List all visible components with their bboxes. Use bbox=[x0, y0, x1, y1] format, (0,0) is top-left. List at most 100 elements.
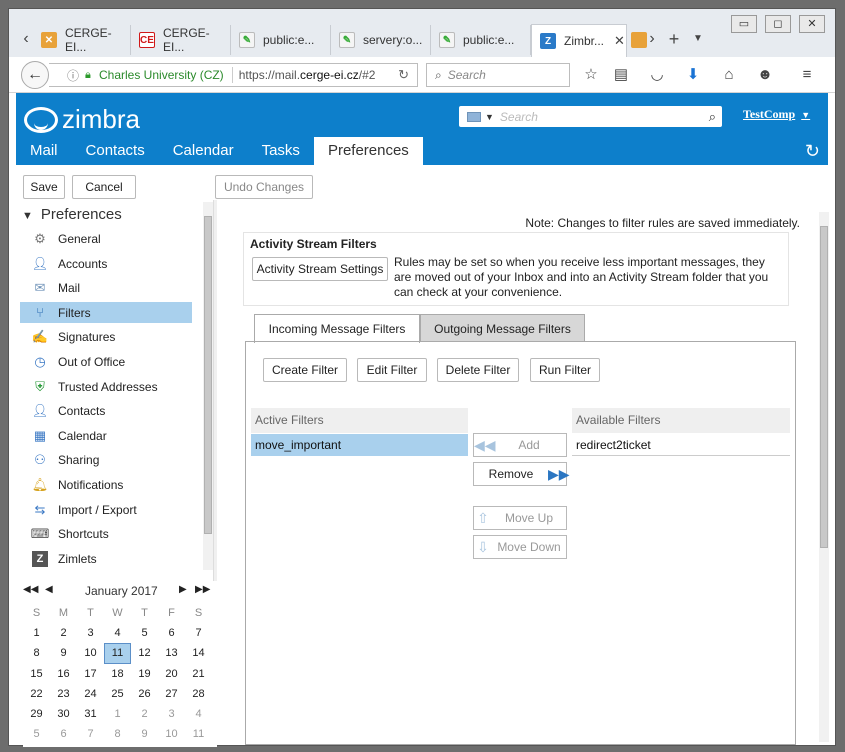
tab-outgoing-filters[interactable]: Outgoing Message Filters bbox=[420, 314, 585, 342]
sidebar-title[interactable]: ▼ Preferences bbox=[22, 206, 122, 223]
browser-tab-2[interactable]: CE CERGE-EI... bbox=[131, 25, 231, 55]
calendar-day[interactable]: 4 bbox=[185, 704, 212, 724]
calendar-day[interactable]: 6 bbox=[158, 623, 185, 643]
calendar-day[interactable]: 31 bbox=[77, 704, 104, 724]
zimbra-logo[interactable]: zimbra bbox=[24, 104, 140, 135]
tab-calendar[interactable]: Calendar bbox=[159, 137, 248, 165]
zimbra-search-input[interactable]: ▼ Search ⌕ bbox=[459, 106, 722, 127]
url-text[interactable]: https://mail.cerge-ei.cz/#2 bbox=[239, 68, 376, 82]
calendar-day[interactable]: 9 bbox=[50, 643, 77, 663]
calendar-day[interactable]: 10 bbox=[158, 724, 185, 744]
remove-filter-button[interactable]: Remove ▶▶ bbox=[473, 462, 570, 486]
tab-list-icon[interactable]: ▼ bbox=[691, 27, 705, 51]
sidebar-item-notifications[interactable]: 🔔︎ Notifications bbox=[20, 474, 192, 495]
sidebar-item-general[interactable]: ⚙ General bbox=[20, 228, 192, 249]
main-scrollbar[interactable] bbox=[819, 212, 829, 742]
sidebar-item-trusted-addresses[interactable]: ⛨ Trusted Addresses bbox=[20, 376, 192, 397]
mail-search-type-icon[interactable] bbox=[467, 111, 481, 122]
calendar-day[interactable]: 13 bbox=[158, 643, 185, 663]
calendar-day[interactable]: 17 bbox=[77, 664, 104, 684]
url-bar[interactable]: ⓘ 🔒︎ Charles University (CZ) https://mai… bbox=[49, 63, 418, 87]
undo-changes-button[interactable]: Undo Changes bbox=[215, 175, 313, 199]
tab-incoming-filters[interactable]: Incoming Message Filters bbox=[254, 314, 420, 343]
browser-search-input[interactable]: ⌕ Search bbox=[426, 63, 570, 87]
calendar-day[interactable]: 5 bbox=[23, 724, 50, 744]
sidebar-item-sharing[interactable]: ⚇ Sharing bbox=[20, 449, 192, 470]
run-filter-button[interactable]: Run Filter bbox=[530, 358, 600, 382]
calendar-day[interactable]: 25 bbox=[104, 684, 131, 704]
window-close-icon[interactable]: ✕ bbox=[799, 15, 825, 33]
tab-tasks[interactable]: Tasks bbox=[248, 137, 314, 165]
calendar-day[interactable]: 26 bbox=[131, 684, 158, 704]
tab-scroll-left-icon[interactable]: ‹ bbox=[19, 27, 33, 51]
browser-tab-5[interactable]: ✎ public:e... bbox=[431, 25, 531, 55]
prev-month-icon[interactable]: ◀ bbox=[45, 584, 53, 595]
calendar-day[interactable]: 21 bbox=[185, 664, 212, 684]
sidebar-item-out-of-office[interactable]: ◷ Out of Office bbox=[20, 351, 192, 372]
calendar-day[interactable]: 7 bbox=[77, 724, 104, 744]
calendar-day[interactable]: 22 bbox=[23, 684, 50, 704]
calendar-day[interactable]: 2 bbox=[50, 623, 77, 643]
calendar-day[interactable]: 8 bbox=[104, 724, 131, 744]
scrollbar-thumb[interactable] bbox=[204, 216, 212, 534]
calendar-day[interactable]: 8 bbox=[23, 643, 50, 663]
active-filter-row[interactable]: move_important bbox=[251, 434, 468, 456]
calendar-day[interactable]: 10 bbox=[77, 643, 104, 663]
sidebar-item-zimlets[interactable]: Z Zimlets bbox=[20, 548, 192, 569]
sidebar-item-calendar[interactable]: ▦ Calendar bbox=[20, 425, 192, 446]
mini-calendar-month[interactable]: January 2017 bbox=[85, 584, 158, 598]
prev-year-icon[interactable]: ◀◀ bbox=[23, 584, 38, 595]
sidebar-item-import-export[interactable]: ⇆ Import / Export bbox=[20, 499, 192, 520]
maximize-icon[interactable]: ◻ bbox=[765, 15, 791, 33]
sidebar-item-mail[interactable]: ✉ Mail bbox=[20, 277, 192, 298]
tab-contacts[interactable]: Contacts bbox=[72, 137, 159, 165]
activity-stream-settings-button[interactable]: Activity Stream Settings bbox=[252, 257, 388, 281]
calendar-day[interactable]: 27 bbox=[158, 684, 185, 704]
browser-tab-4[interactable]: ✎ servery:o... bbox=[331, 25, 431, 55]
calendar-day[interactable]: 24 bbox=[77, 684, 104, 704]
download-icon[interactable]: ⬇ bbox=[683, 65, 703, 85]
chevron-down-icon[interactable]: ▼ bbox=[485, 112, 494, 122]
calendar-day[interactable]: 3 bbox=[158, 704, 185, 724]
sidebar-item-signatures[interactable]: ✍ Signatures bbox=[20, 326, 192, 347]
reading-list-icon[interactable]: ▤ bbox=[611, 65, 631, 85]
move-down-button[interactable]: ⇩ Move Down bbox=[473, 535, 567, 559]
pocket-icon[interactable]: ◡ bbox=[647, 65, 667, 85]
calendar-day[interactable]: 2 bbox=[131, 704, 158, 724]
calendar-day[interactable]: 30 bbox=[50, 704, 77, 724]
add-filter-button[interactable]: ◀◀ Add bbox=[473, 433, 567, 457]
sidebar-item-filters[interactable]: ⑂ Filters bbox=[20, 302, 192, 323]
back-button[interactable]: ← bbox=[21, 61, 49, 89]
calendar-day[interactable]: 9 bbox=[131, 724, 158, 744]
browser-tab-zimbra[interactable]: Z Zimbr... ✕ bbox=[531, 24, 627, 57]
create-filter-button[interactable]: Create Filter bbox=[263, 358, 347, 382]
calendar-day-today[interactable]: 11 bbox=[104, 643, 131, 664]
edit-filter-button[interactable]: Edit Filter bbox=[357, 358, 427, 382]
calendar-day[interactable]: 11 bbox=[185, 724, 212, 744]
search-icon[interactable]: ⌕ bbox=[709, 109, 716, 125]
browser-tab-1[interactable]: ✕ CERGE-EI... bbox=[33, 25, 131, 55]
close-tab-icon[interactable]: ✕ bbox=[614, 33, 625, 49]
next-year-icon[interactable]: ▶▶ bbox=[195, 584, 210, 595]
tab-mail[interactable]: Mail bbox=[16, 137, 72, 165]
calendar-day[interactable]: 23 bbox=[50, 684, 77, 704]
minimize-icon[interactable]: ▭ bbox=[731, 15, 757, 33]
save-button[interactable]: Save bbox=[23, 175, 65, 199]
calendar-day[interactable]: 1 bbox=[104, 704, 131, 724]
calendar-day[interactable]: 19 bbox=[131, 664, 158, 684]
delete-filter-button[interactable]: Delete Filter bbox=[437, 358, 519, 382]
user-menu[interactable]: TestComp ▼ bbox=[743, 107, 810, 122]
tab-preferences[interactable]: Preferences bbox=[313, 137, 423, 165]
calendar-day[interactable]: 14 bbox=[185, 643, 212, 663]
browser-tab-overflow[interactable] bbox=[629, 25, 647, 55]
site-identity[interactable]: Charles University (CZ) bbox=[99, 68, 224, 82]
sidebar-item-contacts[interactable]: 👤︎ Contacts bbox=[20, 400, 192, 421]
menu-icon[interactable]: ≡ bbox=[797, 65, 817, 85]
collapse-icon[interactable]: ▼ bbox=[22, 210, 33, 222]
calendar-day[interactable]: 1 bbox=[23, 623, 50, 643]
calendar-day[interactable]: 16 bbox=[50, 664, 77, 684]
calendar-day[interactable]: 4 bbox=[104, 623, 131, 643]
calendar-day[interactable]: 5 bbox=[131, 623, 158, 643]
available-filter-row[interactable]: redirect2ticket bbox=[572, 434, 790, 456]
browser-tab-3[interactable]: ✎ public:e... bbox=[231, 25, 331, 55]
